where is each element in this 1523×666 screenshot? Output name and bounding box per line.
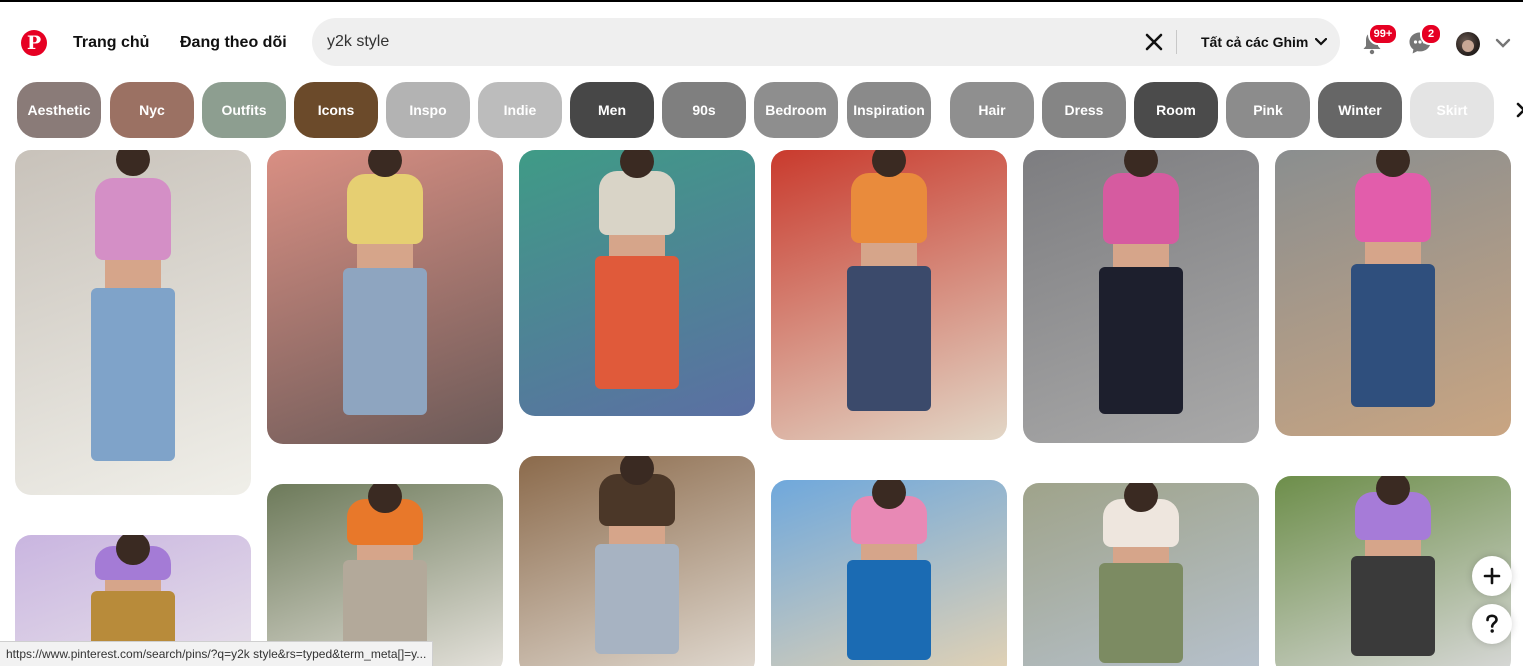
chevron-down-icon xyxy=(1315,38,1328,46)
category-chip-label: Room xyxy=(1156,102,1196,118)
category-chip-label: Men xyxy=(598,102,626,118)
pin-filter-dropdown[interactable]: Tất cả các Ghim xyxy=(1201,18,1328,66)
category-chip[interactable]: Indie xyxy=(478,82,562,138)
category-chip[interactable]: Men xyxy=(570,82,654,138)
category-chip[interactable]: 90s xyxy=(662,82,746,138)
category-chip-label: Dress xyxy=(1064,102,1104,118)
user-avatar[interactable] xyxy=(1456,32,1480,56)
help-button[interactable] xyxy=(1472,604,1512,644)
category-chip[interactable]: Outfits xyxy=(202,82,286,138)
chips-next-button[interactable] xyxy=(1502,82,1523,138)
category-chip[interactable]: Inspiration xyxy=(847,82,931,138)
pin-card[interactable] xyxy=(1023,150,1259,443)
plus-icon xyxy=(1483,567,1501,585)
related-search-chips: Skirt Winter Pink Room Dress Hair Inspiration B… xyxy=(0,82,1523,138)
category-chip-label: Inspo xyxy=(409,102,447,118)
pin-card[interactable] xyxy=(267,484,503,666)
pin-image xyxy=(1023,483,1259,666)
account-chevron-down-icon[interactable] xyxy=(1494,36,1512,50)
nav-home-link[interactable]: Trang chủ xyxy=(73,32,149,54)
search-divider xyxy=(1176,30,1177,54)
category-chip-label: Winter xyxy=(1338,102,1382,118)
pin-image xyxy=(1023,150,1259,443)
category-chip-label: 90s xyxy=(692,102,716,118)
notifications-badge: 99+ xyxy=(1368,23,1398,45)
nav-following-link[interactable]: Đang theo dõi xyxy=(180,32,287,54)
search-input[interactable] xyxy=(327,18,1127,66)
category-chip[interactable]: Dress xyxy=(1042,82,1126,138)
pin-card[interactable] xyxy=(1275,150,1511,436)
pin-card[interactable] xyxy=(771,150,1007,440)
create-plus-button[interactable] xyxy=(1472,556,1512,596)
pin-card[interactable] xyxy=(519,150,755,416)
category-chip[interactable]: Bedroom xyxy=(754,82,838,138)
logo-letter: P xyxy=(26,32,42,54)
category-chip-label: Indie xyxy=(503,102,537,118)
chevron-right-icon xyxy=(1516,102,1523,118)
category-chip-label: Hair xyxy=(978,102,1006,118)
category-chip[interactable]: Nyc xyxy=(110,82,194,138)
pin-card[interactable] xyxy=(519,456,755,666)
category-chip[interactable]: Skirt xyxy=(1410,82,1494,138)
browser-status-url: https://www.pinterest.com/search/pins/?q… xyxy=(0,641,434,666)
pin-image xyxy=(267,150,503,444)
pin-filter-label: Tất cả các Ghim xyxy=(1201,34,1309,50)
search-bar: Tất cả các Ghim xyxy=(312,18,1340,66)
category-chip[interactable]: Aesthetic xyxy=(17,82,101,138)
pin-image xyxy=(771,480,1007,666)
pinterest-logo[interactable]: P xyxy=(21,30,47,56)
clear-search-icon[interactable] xyxy=(1143,31,1165,53)
pin-card[interactable] xyxy=(1023,483,1259,666)
category-chip[interactable]: Hair xyxy=(950,82,1034,138)
pin-image xyxy=(267,484,503,666)
category-chip-label: Skirt xyxy=(1436,102,1468,118)
category-chip-label: Bedroom xyxy=(765,102,827,118)
top-navigation-bar: P Trang chủ Đang theo dõi Tất cả các Ghi… xyxy=(0,2,1523,80)
category-chip[interactable]: Winter xyxy=(1318,82,1402,138)
category-chip-label: Icons xyxy=(317,102,355,118)
pin-image xyxy=(519,456,755,666)
messages-badge: 2 xyxy=(1420,23,1442,45)
category-chip-label: Pink xyxy=(1253,102,1283,118)
category-chip-label: Aesthetic xyxy=(27,102,91,118)
category-chip[interactable]: Pink xyxy=(1226,82,1310,138)
category-chip-label: Inspiration xyxy=(853,102,925,118)
pin-image xyxy=(771,150,1007,440)
category-chip-label: Nyc xyxy=(139,102,165,118)
category-chip[interactable]: Room xyxy=(1134,82,1218,138)
pin-card[interactable] xyxy=(771,480,1007,666)
pin-card[interactable] xyxy=(267,150,503,444)
pin-image xyxy=(15,150,251,495)
pin-image xyxy=(1275,150,1511,436)
question-mark-icon xyxy=(1486,614,1498,633)
category-chip-label: Outfits xyxy=(221,102,267,118)
category-chip[interactable]: Inspo xyxy=(386,82,470,138)
pin-image xyxy=(519,150,755,416)
category-chip[interactable]: Icons xyxy=(294,82,378,138)
pin-card[interactable] xyxy=(15,150,251,495)
